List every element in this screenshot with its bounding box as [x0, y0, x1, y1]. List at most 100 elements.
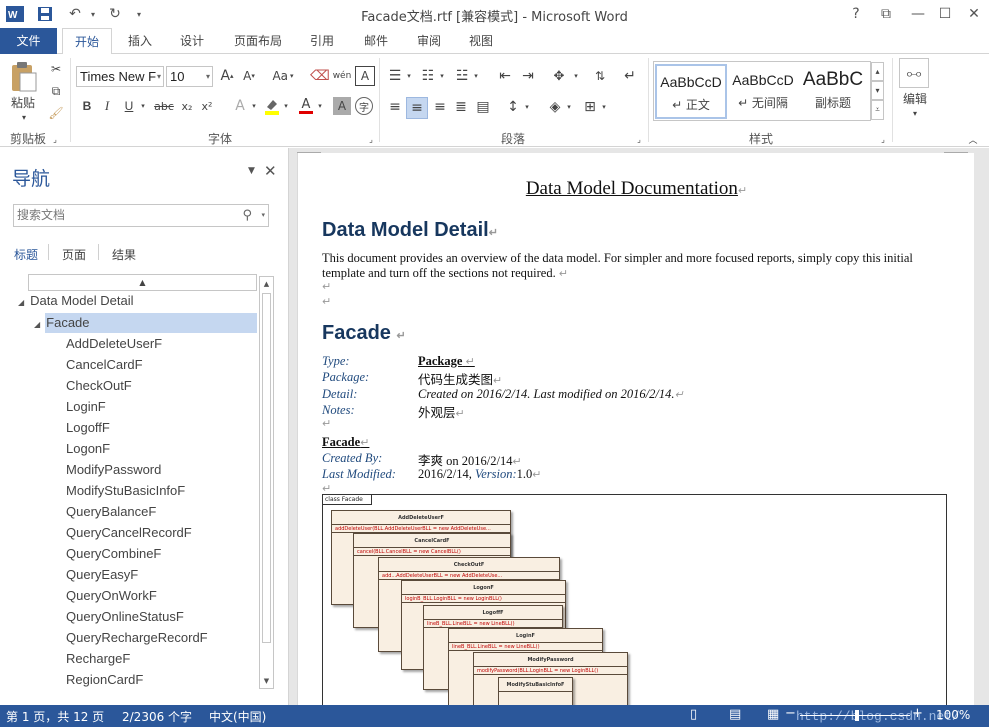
- tree-item[interactable]: QueryBalanceF: [66, 502, 156, 522]
- tree-item-facade[interactable]: ◢ Facade: [34, 313, 90, 333]
- paste-dropdown-icon[interactable]: ▾: [18, 112, 30, 122]
- minimize-button[interactable]: —: [905, 4, 931, 24]
- pane-splitter[interactable]: [281, 148, 289, 705]
- tree-item[interactable]: CheckOutF: [66, 376, 132, 396]
- tab-file[interactable]: 文件: [0, 28, 57, 54]
- tree-item[interactable]: QueryCombineF: [66, 544, 161, 564]
- zoom-in-icon[interactable]: +: [912, 706, 923, 721]
- paragraph-launcher-icon[interactable]: ⌟: [634, 134, 644, 144]
- tree-item[interactable]: RechargeF: [66, 649, 130, 669]
- format-painter-icon[interactable]: 🖌: [46, 104, 66, 122]
- read-mode-icon[interactable]: ▯: [690, 707, 697, 722]
- shading-icon[interactable]: ◈: [545, 97, 565, 117]
- tree-item[interactable]: ModifyStuBasicInfoF: [66, 481, 185, 501]
- scroll-down-icon[interactable]: ▼: [260, 674, 273, 688]
- distributed-icon[interactable]: ▤: [473, 97, 493, 117]
- chinese-layout-dropdown-icon[interactable]: ▾: [572, 66, 580, 86]
- find-binoculars-icon[interactable]: ⧟: [899, 58, 929, 88]
- status-word-count[interactable]: 2/2306 个字: [122, 708, 192, 725]
- zoom-level[interactable]: 100%: [936, 708, 970, 722]
- uml-class-box[interactable]: ModifyStuBasicInfoF: [498, 677, 573, 705]
- font-color-dropdown-icon[interactable]: ▾: [316, 97, 324, 115]
- justify-icon[interactable]: ≣: [451, 97, 471, 117]
- italic-button[interactable]: I: [98, 97, 116, 115]
- tree-item[interactable]: QueryRechargeRecordF: [66, 628, 208, 648]
- tab-insert[interactable]: 插入: [118, 28, 162, 54]
- paste-icon[interactable]: [6, 60, 40, 94]
- tree-item[interactable]: QueryEasyF: [66, 565, 138, 585]
- borders-dropdown-icon[interactable]: ▾: [600, 97, 608, 117]
- multilevel-list-dropdown-icon[interactable]: ▾: [472, 66, 480, 86]
- line-spacing-icon[interactable]: ↕: [503, 97, 523, 117]
- zoom-slider-thumb[interactable]: [855, 710, 859, 721]
- nav-tab-pages[interactable]: 页面: [62, 246, 86, 263]
- print-layout-icon[interactable]: ▤: [729, 707, 741, 722]
- search-input[interactable]: 搜索文档 ⚲ ▾: [13, 204, 269, 227]
- show-marks-icon[interactable]: ↵: [620, 66, 640, 86]
- nav-tab-headings[interactable]: 标题: [14, 246, 38, 263]
- character-border-icon[interactable]: A: [355, 66, 375, 86]
- tab-mailings[interactable]: 邮件: [354, 28, 398, 54]
- tree-item[interactable]: CancelCardF: [66, 355, 143, 375]
- strikethrough-button[interactable]: abc: [152, 97, 176, 115]
- scroll-thumb[interactable]: [262, 293, 271, 643]
- copy-icon[interactable]: ⧉: [46, 82, 66, 100]
- multilevel-list-icon[interactable]: ☳: [452, 66, 472, 86]
- line-spacing-dropdown-icon[interactable]: ▾: [523, 97, 531, 117]
- align-left-icon[interactable]: ≡: [385, 97, 405, 117]
- zoom-out-icon[interactable]: −: [785, 706, 796, 721]
- scroll-up-icon[interactable]: ▲: [260, 277, 273, 291]
- nav-options-icon[interactable]: ▼: [248, 166, 255, 176]
- numbering-icon[interactable]: ☷: [418, 66, 438, 86]
- tree-item[interactable]: QueryOnlineStatusF: [66, 607, 184, 627]
- tab-review[interactable]: 审阅: [407, 28, 451, 54]
- clipboard-launcher-icon[interactable]: ⌟: [50, 134, 60, 144]
- grow-font-button[interactable]: A ▴: [217, 66, 237, 86]
- tab-home[interactable]: 开始: [62, 28, 112, 55]
- font-name-dropdown-icon[interactable]: ▾: [157, 67, 161, 86]
- paste-button[interactable]: 粘贴: [4, 94, 42, 110]
- tree-scroll-to-top-icon[interactable]: ▲: [28, 274, 257, 291]
- tree-item[interactable]: LoginF: [66, 397, 106, 417]
- nav-tab-results[interactable]: 结果: [112, 246, 136, 263]
- superscript-button[interactable]: x²: [198, 97, 216, 115]
- text-effects-icon[interactable]: A: [230, 97, 250, 115]
- tab-view[interactable]: 视图: [459, 28, 503, 54]
- styles-more-icon[interactable]: ⩡: [871, 100, 884, 120]
- font-color-button[interactable]: A: [296, 97, 316, 115]
- search-icon[interactable]: ⚲: [242, 205, 252, 226]
- tree-item-data-model-detail[interactable]: ◢ Data Model Detail: [18, 291, 133, 311]
- web-layout-icon[interactable]: ▦: [767, 707, 779, 722]
- highlight-dropdown-icon[interactable]: ▾: [282, 97, 290, 115]
- search-dropdown-icon[interactable]: ▾: [261, 205, 265, 226]
- align-right-icon[interactable]: ≡: [430, 97, 450, 117]
- styles-scroll-down-icon[interactable]: ▾: [871, 81, 884, 100]
- nav-close-icon[interactable]: ✕: [264, 162, 277, 180]
- editing-dropdown-icon[interactable]: ▾: [910, 108, 920, 118]
- ribbon-display-options-icon[interactable]: ⧉: [873, 4, 899, 24]
- document-page[interactable]: Data Model Documentation↵ Data Model Det…: [297, 153, 974, 705]
- clear-formatting-icon[interactable]: ⌫: [310, 66, 330, 86]
- sort-icon[interactable]: ⇅: [590, 66, 610, 86]
- editing-button[interactable]: 编辑: [897, 90, 933, 106]
- tree-item[interactable]: LogonF: [66, 439, 110, 459]
- increase-indent-icon[interactable]: ⇥: [518, 66, 538, 86]
- close-button[interactable]: ✕: [961, 4, 987, 24]
- tab-references[interactable]: 引用: [300, 28, 344, 54]
- subscript-button[interactable]: x₂: [178, 97, 196, 115]
- maximize-button[interactable]: ☐: [932, 4, 958, 24]
- change-case-button[interactable]: Aa ▾: [268, 66, 298, 86]
- font-launcher-icon[interactable]: ⌟: [366, 134, 376, 144]
- document-scrollbar[interactable]: [974, 155, 989, 705]
- tree-item[interactable]: LogoffF: [66, 418, 110, 438]
- highlight-icon[interactable]: [262, 97, 282, 115]
- tree-item[interactable]: QueryOnWorkF: [66, 586, 157, 606]
- numbering-dropdown-icon[interactable]: ▾: [438, 66, 446, 86]
- tab-page-layout[interactable]: 页面布局: [226, 28, 290, 54]
- tree-item[interactable]: RegionCardF: [66, 670, 143, 690]
- font-size-dropdown-icon[interactable]: ▾: [206, 67, 210, 86]
- borders-icon[interactable]: ⊞: [580, 97, 600, 117]
- shrink-font-button[interactable]: A ▾: [239, 66, 259, 86]
- tab-design[interactable]: 设计: [170, 28, 214, 54]
- font-size-combo[interactable]: 10 ▾: [166, 66, 213, 87]
